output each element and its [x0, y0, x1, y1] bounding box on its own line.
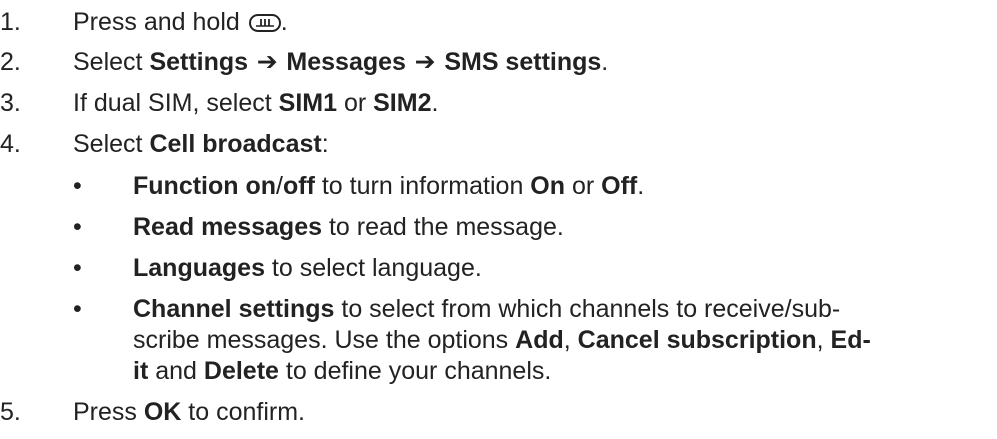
step-text-plain: / — [276, 172, 283, 200]
step-text-plain: to select language. — [264, 254, 482, 282]
step-text-plain: and — [148, 357, 204, 385]
bullet-mark: • — [73, 172, 82, 200]
step-number: 3. — [0, 89, 21, 117]
step-text-plain: , — [816, 326, 831, 354]
menu-term: Delete — [203, 357, 279, 385]
bullet-text: Channel settings to select from which ch… — [133, 295, 840, 324]
arrow-icon: ➔ — [248, 47, 287, 76]
menu-term: Languages — [133, 254, 265, 282]
menu-term: Read messages — [133, 213, 323, 241]
menu-term: SIM2 — [373, 89, 432, 117]
menu-term: On — [530, 172, 566, 200]
menu-term: Cell broadcast — [149, 130, 322, 158]
step-text-plain: Select — [73, 48, 150, 76]
step-text: If dual SIM, select SIM1 or SIM2. — [73, 89, 438, 118]
bullet-text: it and Delete to define your channels. — [133, 357, 551, 386]
bullet-mark: • — [73, 295, 82, 323]
menu-term: off — [282, 172, 315, 200]
menu-term: OK — [143, 398, 182, 426]
menu-term: SMS settings — [444, 48, 602, 76]
menu-term: Function on — [133, 172, 277, 200]
step-text-plain: to turn information — [314, 172, 531, 200]
arrow-icon: ➔ — [405, 47, 445, 76]
step-text-plain: to define your channels. — [278, 357, 552, 385]
step-text-plain: . — [431, 89, 439, 117]
step-text-plain: . — [280, 8, 288, 36]
step-text: Select Cell broadcast: — [73, 130, 329, 159]
step-text: Press OK to confirm. — [73, 398, 305, 427]
menu-term: Channel settings — [133, 295, 335, 323]
bullet-text: Function on/off to turn information On o… — [133, 172, 644, 201]
menu-term: Settings — [149, 48, 249, 76]
step-text: Select Settings ➔ Messages ➔ SMS setting… — [73, 47, 609, 77]
step-text-plain: . — [601, 48, 609, 76]
step-text-plain: If dual SIM, select — [73, 89, 279, 117]
bullet-text: scribe messages. Use the options Add, Ca… — [133, 326, 871, 355]
menu-term: SIM1 — [278, 89, 337, 117]
step-text-plain: or — [337, 89, 374, 117]
step-text-plain: , — [563, 326, 578, 354]
bullet-mark: • — [73, 213, 82, 241]
menu-term: Ed- — [830, 326, 871, 354]
step-number: 5. — [0, 398, 21, 426]
menu-key-icon — [248, 14, 281, 32]
step-text-plain: : — [321, 130, 329, 158]
step-text-plain: Select — [73, 130, 150, 158]
instruction-list: 1. Press and hold . 2. Select Settings ➔… — [0, 0, 997, 439]
bullet-mark: • — [73, 254, 82, 282]
menu-term: Messages — [286, 48, 406, 76]
step-text: Press and hold . — [73, 8, 288, 37]
menu-term: Cancel subscription — [577, 326, 817, 354]
menu-term: Add — [515, 326, 564, 354]
menu-term: it — [133, 357, 149, 385]
bullet-text: Read messages to read the message. — [133, 213, 564, 242]
step-number: 1. — [0, 8, 21, 36]
menu-term: Off — [601, 172, 638, 200]
step-text-plain: . — [637, 172, 645, 200]
step-number: 4. — [0, 130, 21, 158]
step-text-plain: to read the message. — [322, 213, 564, 241]
step-text-plain: or — [565, 172, 602, 200]
step-text-plain: Press and hold — [73, 8, 247, 36]
step-text-plain: Press — [73, 398, 144, 426]
bullet-text: Languages to select language. — [133, 254, 482, 283]
step-number: 2. — [0, 48, 21, 76]
step-text-plain: scribe messages. Use the options — [133, 326, 516, 354]
step-text-plain: to select from which channels to receive… — [334, 295, 841, 323]
step-text-plain: to confirm. — [181, 398, 306, 426]
